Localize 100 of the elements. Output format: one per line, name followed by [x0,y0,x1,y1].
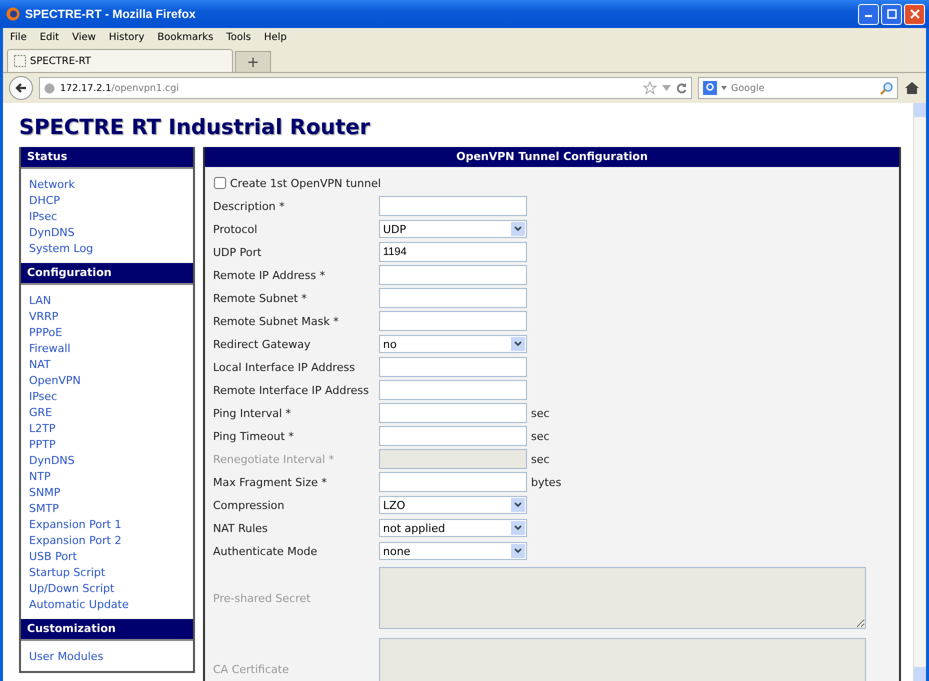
menu-item[interactable]: History [108,32,144,42]
chevron-down-icon [511,521,525,535]
sidebar-link[interactable]: System Log [29,241,185,257]
field-label: Max Fragment Size * [213,476,328,488]
field-label: Remote Interface IP Address [213,384,370,396]
unit-label: sec [531,406,550,420]
sidebar-link[interactable]: VRRP [29,309,185,325]
input-field[interactable] [379,311,527,331]
sidebar-link[interactable]: DHCP [29,193,185,209]
checkbox-label: Create 1st OpenVPN tunnel [230,176,381,190]
chevron-down-icon [511,498,525,512]
back-arrow-icon [15,82,27,94]
field-label: Remote Subnet Mask * [213,314,340,328]
field-label: Description * [213,200,286,212]
back-button[interactable] [9,76,33,100]
field-label: Compression [213,498,286,512]
sidebar-link[interactable]: SMTP [29,501,185,517]
sidebar-link[interactable]: Network [29,177,185,193]
field-label: Pre-shared Secret [213,592,312,604]
select-field[interactable]: no [379,335,527,353]
sidebar-heading: Status [21,147,193,169]
sidebar-link[interactable]: Expansion Port 2 [29,533,185,549]
input-field[interactable] [379,426,527,446]
window-title: SPECTRE-RT - Mozilla Firefox [25,7,197,21]
sidebar-link[interactable]: USB Port [29,549,185,565]
menu-item[interactable]: Bookmarks [157,32,214,42]
search-field[interactable]: Google [698,77,898,99]
search-icon[interactable] [880,82,893,94]
input-field[interactable] [379,380,527,400]
close-button[interactable] [904,4,925,24]
sidebar-link[interactable]: Up/Down Script [29,581,185,597]
sidebar-link[interactable]: DynDNS [29,453,185,469]
input-field[interactable] [379,357,527,377]
select-field[interactable]: UDP [379,220,527,238]
unit-label: sec [531,452,550,466]
field-label: Renegotiate Interval * [213,452,336,466]
dropdown-icon[interactable] [721,86,727,90]
google-icon [703,81,717,95]
sidebar-link[interactable]: PPTP [29,437,185,453]
field-label: Ping Interval * [213,406,292,420]
sidebar-link[interactable]: NTP [29,469,185,485]
sidebar-link[interactable]: IPsec [29,209,185,225]
field-label: Remote Subnet * [213,292,308,304]
field-label: Remote IP Address * [213,268,326,282]
select-field[interactable]: not applied [379,519,527,537]
sidebar-link[interactable]: GRE [29,405,185,421]
sidebar-link[interactable]: LAN [29,293,185,309]
input-field[interactable] [379,265,527,285]
reload-icon[interactable] [676,82,687,94]
select-field[interactable]: LZO [379,496,527,514]
menu-item[interactable]: Help [264,32,287,42]
browser-tab[interactable]: SPECTRE-RT [7,49,233,72]
input-field[interactable] [379,288,527,308]
chevron-down-icon [511,544,525,558]
address-bar[interactable]: 172.17.2.1/openvpn1.cgi [39,77,692,99]
maximize-button[interactable] [881,4,902,24]
sidebar-heading: Customization [21,619,193,641]
new-tab-button[interactable]: + [235,51,271,72]
field-label: Local Interface IP Address [213,360,356,374]
input-field[interactable]: 1194 [379,242,527,262]
field-label: NAT Rules [213,522,269,534]
sidebar-link[interactable]: PPPoE [29,325,185,341]
globe-icon [44,82,55,94]
field-label: CA Certificate [213,662,290,676]
sidebar-link[interactable]: DynDNS [29,225,185,241]
page-icon [14,55,26,67]
sidebar-link[interactable]: OpenVPN [29,373,185,389]
chevron-down-icon [511,222,525,236]
star-icon[interactable] [643,81,657,95]
sidebar-link[interactable]: IPsec [29,389,185,405]
scrollbar[interactable] [913,103,926,681]
maximize-icon [886,9,896,19]
field-label: Authenticate Mode [213,544,318,558]
checkbox[interactable] [214,177,226,189]
menu-item[interactable]: View [72,32,96,42]
sidebar-link[interactable]: Expansion Port 1 [29,517,185,533]
unit-label: bytes [531,476,562,488]
input-field[interactable] [379,472,527,492]
field-label: UDP Port [213,246,262,258]
menu-item[interactable]: Edit [40,32,60,42]
home-icon[interactable] [904,81,920,95]
input-field[interactable] [379,403,527,423]
panel-title: OpenVPN Tunnel Configuration [205,147,899,167]
sidebar-link[interactable]: User Modules [29,649,185,665]
menu-item[interactable]: Tools [226,32,251,42]
select-field[interactable]: none [379,542,527,560]
page-title: SPECTRE RT Industrial Router [19,115,371,139]
input-field[interactable] [379,196,527,216]
minimize-button[interactable] [858,4,879,24]
sidebar-link[interactable]: Startup Script [29,565,185,581]
sidebar-link[interactable]: Automatic Update [29,597,185,613]
menu-item[interactable]: File [10,32,27,42]
unit-label: sec [531,430,550,442]
dropdown-icon[interactable] [662,85,671,91]
sidebar-link[interactable]: Firewall [29,341,185,357]
sidebar-link[interactable]: NAT [29,357,185,373]
sidebar-link[interactable]: SNMP [29,485,185,501]
close-icon [910,9,920,19]
field-label: Protocol [213,222,258,236]
sidebar-link[interactable]: L2TP [29,421,185,437]
